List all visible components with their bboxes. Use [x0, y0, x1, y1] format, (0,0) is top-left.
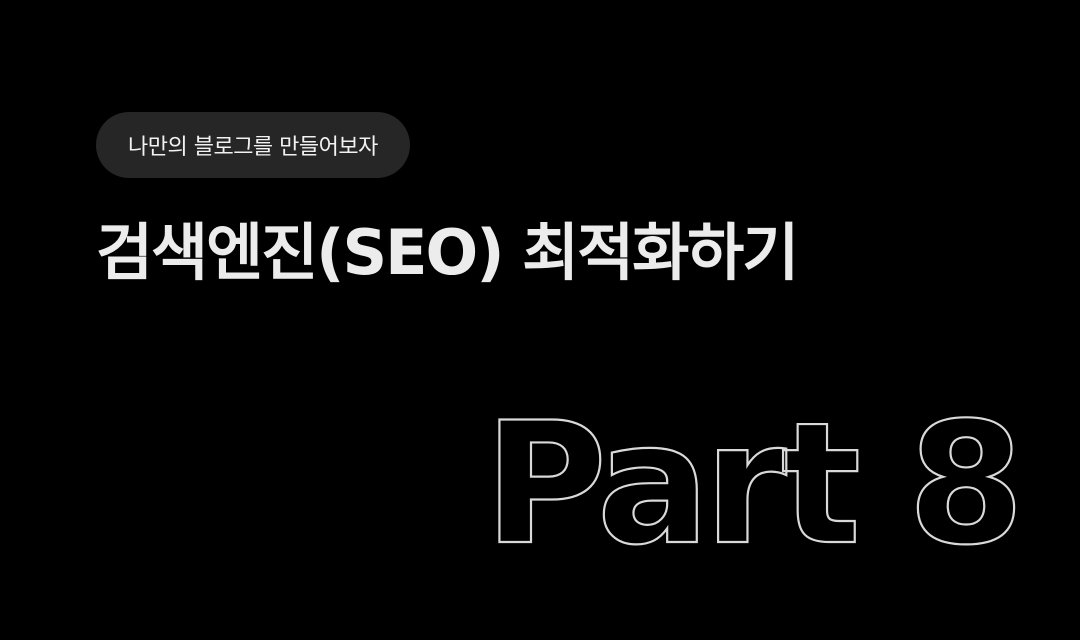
series-badge-label: 나만의 블로그를 만들어보자 — [128, 135, 378, 160]
series-badge: 나만의 블로그를 만들어보자 — [96, 112, 410, 178]
part-number-outline: Part 8 — [483, 385, 1026, 583]
part-number-text: Part 8 — [484, 386, 1019, 582]
page-title: 검색엔진(SEO) 최적화하기 — [96, 216, 799, 289]
